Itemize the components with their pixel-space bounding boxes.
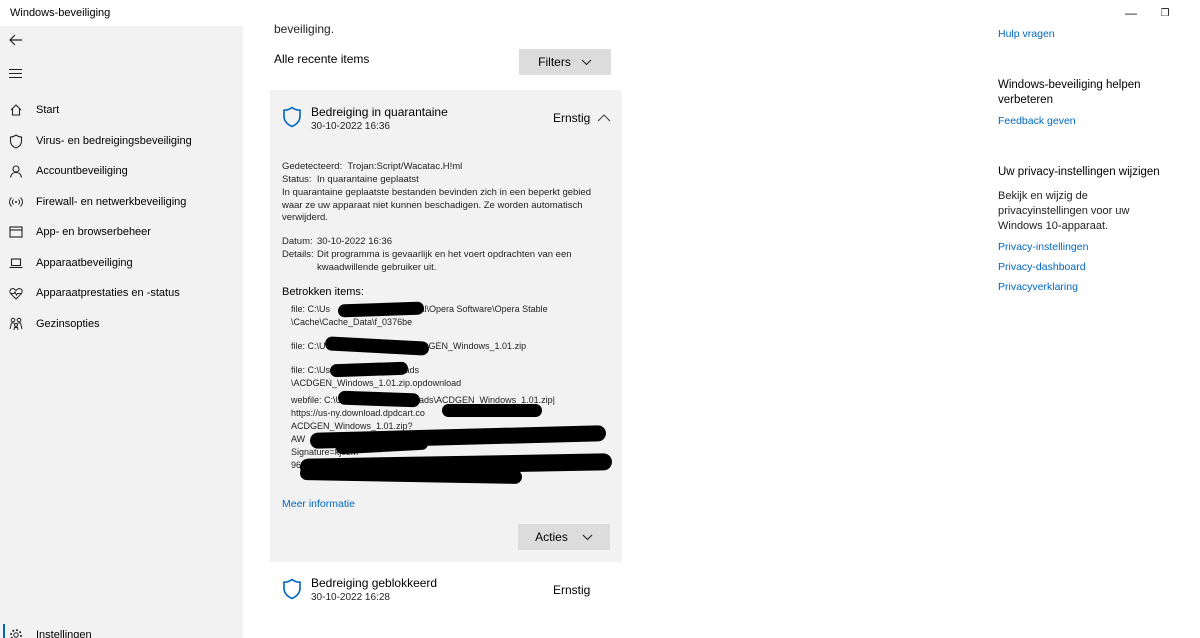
privacy-settings-link[interactable]: Privacy-instellingen: [998, 241, 1088, 253]
app-window-icon: [8, 224, 24, 240]
sidebar-item-label: Apparaatbeveiliging: [36, 257, 133, 269]
privacy-dashboard-link[interactable]: Privacy-dashboard: [998, 261, 1086, 273]
threat-date: 30-10-2022 16:36: [311, 121, 390, 132]
detected-row: Gedetecteerd: Trojan:Script/Wacatac.H!ml: [282, 161, 607, 174]
sidebar-item-label: Virus- en bedreigingsbeveiliging: [36, 135, 192, 147]
affected-items-heading: Betrokken items:: [282, 286, 364, 298]
filters-button[interactable]: Filters: [519, 49, 611, 75]
family-icon: [8, 316, 24, 332]
sidebar-item-device-security[interactable]: Apparaatbeveiliging: [0, 248, 243, 278]
filters-label: Filters: [538, 55, 571, 69]
home-icon: [8, 102, 24, 118]
app-title: Windows-beveiliging: [10, 7, 111, 19]
back-button[interactable]: [8, 32, 24, 48]
back-arrow-icon: [9, 34, 22, 46]
gear-icon: [8, 627, 24, 638]
intro-text: beveiliging.: [274, 22, 335, 36]
improve-heading: Windows-beveiliging helpen verbeteren: [998, 79, 1141, 106]
privacy-description: Bekijk en wijzig de privacyinstellingen …: [998, 190, 1130, 232]
date-label: Datum:: [282, 236, 313, 247]
laptop-icon: [8, 255, 24, 271]
redaction-mark: [299, 466, 523, 484]
sidebar-item-family[interactable]: Gezinsopties: [0, 309, 243, 339]
wifi-icon: [8, 194, 24, 210]
menu-button[interactable]: [9, 69, 22, 79]
collapse-button[interactable]: [597, 110, 611, 122]
sidebar: Start Virus- en bedreigingsbeveiliging A…: [0, 26, 243, 638]
status-row: Status: In quarantaine geplaatst: [282, 174, 607, 187]
severity-label: Ernstig: [553, 583, 591, 597]
privacy-heading: Uw privacy-instellingen wijzigen: [998, 166, 1160, 178]
sidebar-item-label: Instellingen: [36, 629, 92, 638]
sidebar-item-settings[interactable]: Instellingen: [0, 620, 243, 638]
affected-file-cont: \ACDGEN_Windows_1.01.zip.opdownload: [291, 378, 462, 388]
status-label: Status:: [282, 174, 312, 185]
chevron-down-icon: [582, 534, 593, 540]
shield-icon: [8, 133, 24, 149]
sidebar-item-account[interactable]: Accountbeveiliging: [0, 156, 243, 186]
affected-webfile-cont: https://us-ny.download.dpdcart.co: [291, 408, 425, 418]
redaction-mark: [337, 390, 421, 408]
more-info-link[interactable]: Meer informatie: [282, 498, 355, 510]
sidebar-item-label: Gezinsopties: [36, 318, 100, 330]
threat-title: Bedreiging in quarantaine: [311, 105, 448, 119]
date-value: 30-10-2022 16:36: [317, 236, 393, 247]
sidebar-item-start[interactable]: Start: [0, 95, 243, 125]
section-heading: Alle recente items: [274, 52, 370, 66]
help-link[interactable]: Hulp vragen: [998, 28, 1055, 40]
chevron-down-icon: [581, 59, 592, 65]
person-icon: [8, 163, 24, 179]
actions-button[interactable]: Acties: [518, 524, 610, 550]
sidebar-item-label: App- en browserbeheer: [36, 226, 151, 238]
sidebar-item-label: Start: [36, 104, 60, 116]
chevron-up-icon: [597, 114, 611, 122]
severity-label: Ernstig: [553, 111, 591, 125]
details-value: Dit programma is gevaarlijk en het voert…: [317, 249, 572, 273]
actions-label: Acties: [535, 530, 568, 544]
feedback-link[interactable]: Feedback geven: [998, 115, 1076, 127]
heart-icon: [8, 285, 24, 301]
detected-label: Gedetecteerd:: [282, 161, 343, 172]
affected-file-cont: \Cache\Cache_Data\f_0376be: [291, 317, 413, 327]
redaction-mark: [442, 404, 542, 417]
redaction-mark: [329, 361, 409, 378]
sidebar-item-firewall[interactable]: Firewall- en netwerkbeveiliging: [0, 187, 243, 217]
status-description: In quarantaine geplaatste bestanden bevi…: [282, 187, 591, 224]
threat-date: 30-10-2022 16:28: [311, 592, 390, 603]
details-label: Details:: [282, 249, 314, 260]
sidebar-item-virus[interactable]: Virus- en bedreigingsbeveiliging: [0, 126, 243, 156]
shield-icon: [282, 578, 302, 600]
sidebar-item-label: Apparaatprestaties en -status: [36, 287, 180, 299]
sidebar-item-label: Accountbeveiliging: [36, 165, 128, 177]
detected-value: Trojan:Script/Wacatac.H!ml: [347, 161, 463, 172]
sidebar-item-app-browser[interactable]: App- en browserbeheer: [0, 217, 243, 247]
sidebar-item-device-performance[interactable]: Apparaatprestaties en -status: [0, 278, 243, 308]
threat-title: Bedreiging geblokkeerd: [311, 576, 438, 590]
threat-card-expanded: Bedreiging in quarantaine 30-10-2022 16:…: [270, 90, 622, 562]
privacy-statement-link[interactable]: Privacyverklaring: [998, 281, 1078, 293]
status-value: In quarantaine geplaatst: [316, 174, 419, 185]
affected-webfile-cont: AW: [291, 434, 306, 444]
shield-icon: [282, 106, 302, 128]
sidebar-item-label: Firewall- en netwerkbeveiliging: [36, 196, 187, 208]
threat-card-collapsed[interactable]: Bedreiging geblokkeerd 30-10-2022 16:28 …: [270, 566, 622, 616]
